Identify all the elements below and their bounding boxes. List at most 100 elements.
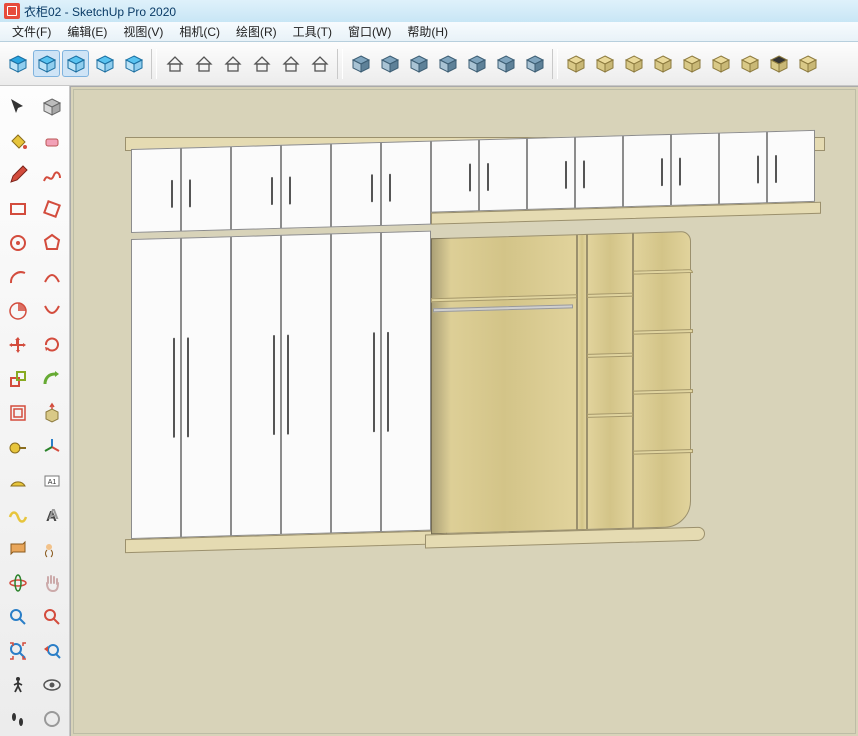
side-tool-row (2, 126, 67, 156)
select-tool[interactable] (3, 92, 33, 122)
style-xray-button[interactable] (306, 50, 333, 77)
layer-g-button[interactable] (736, 50, 763, 77)
rectangle-tool[interactable] (3, 194, 33, 224)
pencil-tool[interactable] (3, 160, 33, 190)
style-wire-button[interactable] (161, 50, 188, 77)
edge-button[interactable] (405, 50, 432, 77)
view-front-icon (37, 54, 57, 74)
tape-measure-tool[interactable] (3, 432, 33, 462)
side-tool-row (2, 704, 67, 734)
fog-button[interactable] (376, 50, 403, 77)
zoom-extents-tool[interactable] (3, 636, 33, 666)
layer-e-button[interactable] (678, 50, 705, 77)
footprints-tool[interactable] (3, 704, 33, 734)
rotated-rectangle-icon (41, 198, 63, 220)
layer-d-button[interactable] (649, 50, 676, 77)
side-toolbar: A1 AA (0, 86, 70, 736)
layer-b-button[interactable] (591, 50, 618, 77)
polygon-tool[interactable] (37, 228, 67, 258)
rotate-tool[interactable] (37, 330, 67, 360)
sun-icon (525, 54, 545, 74)
style-shaded-icon (223, 54, 243, 74)
circle-tool[interactable] (3, 228, 33, 258)
dimension-icon: A1 (41, 470, 63, 492)
menu-camera[interactable]: 相机(C) (171, 23, 228, 40)
arc-tool[interactable] (3, 262, 33, 292)
profile-button[interactable] (434, 50, 461, 77)
orbit-tool[interactable] (3, 568, 33, 598)
menu-view[interactable]: 视图(V) (115, 23, 171, 40)
layer-c-button[interactable] (620, 50, 647, 77)
side-tool-row (2, 568, 67, 598)
menu-edit[interactable]: 编辑(E) (59, 23, 115, 40)
style-shaded-button[interactable] (219, 50, 246, 77)
layer-e-icon (682, 54, 702, 74)
style-shaded-tex-button[interactable] (248, 50, 275, 77)
layer-c-icon (624, 54, 644, 74)
layer-b-icon (595, 54, 615, 74)
view-left-button[interactable] (91, 50, 118, 77)
follow-me-tool[interactable] (37, 364, 67, 394)
two-point-arc-tool[interactable] (37, 262, 67, 292)
layer-f-button[interactable] (707, 50, 734, 77)
orbit-icon (7, 572, 29, 594)
view-right-button[interactable] (120, 50, 147, 77)
layer-h-icon (769, 54, 789, 74)
menu-help[interactable]: 帮助(H) (399, 23, 456, 40)
style-hidden-button[interactable] (190, 50, 217, 77)
make-component-tool[interactable] (37, 92, 67, 122)
rotated-rectangle-tool[interactable] (37, 194, 67, 224)
sun-button[interactable] (521, 50, 548, 77)
position-camera-icon (41, 538, 63, 560)
view-front-button[interactable] (33, 50, 60, 77)
layer-g-icon (740, 54, 760, 74)
walk-tool[interactable] (3, 670, 33, 700)
eraser-tool[interactable] (37, 126, 67, 156)
menu-tools[interactable]: 工具(T) (285, 23, 340, 40)
axes-tool[interactable] (37, 432, 67, 462)
layer-h-button[interactable] (765, 50, 792, 77)
paint-bucket-tool[interactable] (3, 126, 33, 156)
side-tool-row: AA (2, 500, 67, 530)
xray2-button[interactable] (492, 50, 519, 77)
section-plane-tool[interactable] (3, 534, 33, 564)
push-pull-tool[interactable] (37, 398, 67, 428)
backedge-icon (467, 54, 487, 74)
window-title: 衣柜02 - SketchUp Pro 2020 (24, 3, 176, 20)
offset-tool[interactable] (3, 398, 33, 428)
menu-draw[interactable]: 绘图(R) (228, 23, 285, 40)
side-tool-row (2, 398, 67, 428)
style-mono-button[interactable] (277, 50, 304, 77)
axes-icon (41, 436, 63, 458)
move-tool[interactable] (3, 330, 33, 360)
zoom-tool[interactable] (3, 602, 33, 632)
view-back-button[interactable] (62, 50, 89, 77)
pie-tool[interactable] (3, 296, 33, 326)
freehand-tool[interactable] (37, 160, 67, 190)
rectangle-icon (7, 198, 29, 220)
look-around-tool[interactable] (37, 670, 67, 700)
style-shaded-tex-icon (252, 54, 272, 74)
iso-view-button[interactable] (4, 50, 31, 77)
zoom-window-tool[interactable] (37, 602, 67, 632)
layer-i-button[interactable] (794, 50, 821, 77)
layer-a-button[interactable] (562, 50, 589, 77)
backedge-button[interactable] (463, 50, 490, 77)
dimension-tool[interactable]: A1 (37, 466, 67, 496)
three-point-arc-tool[interactable] (37, 296, 67, 326)
menu-window[interactable]: 窗口(W) (340, 23, 399, 40)
three-point-arc-icon (41, 300, 63, 322)
side-tool-row (2, 194, 67, 224)
menu-file[interactable]: 文件(F) (4, 23, 59, 40)
protractor-tool[interactable] (3, 466, 33, 496)
unknown-tool[interactable] (37, 704, 67, 734)
previous-view-tool[interactable] (37, 636, 67, 666)
three-d-text-tool[interactable]: AA (37, 500, 67, 530)
pan-tool[interactable] (37, 568, 67, 598)
section-plane-icon (7, 538, 29, 560)
viewport[interactable] (70, 86, 858, 736)
shadow-button[interactable] (347, 50, 374, 77)
position-camera-tool[interactable] (37, 534, 67, 564)
text-tool[interactable] (3, 500, 33, 530)
scale-tool[interactable] (3, 364, 33, 394)
